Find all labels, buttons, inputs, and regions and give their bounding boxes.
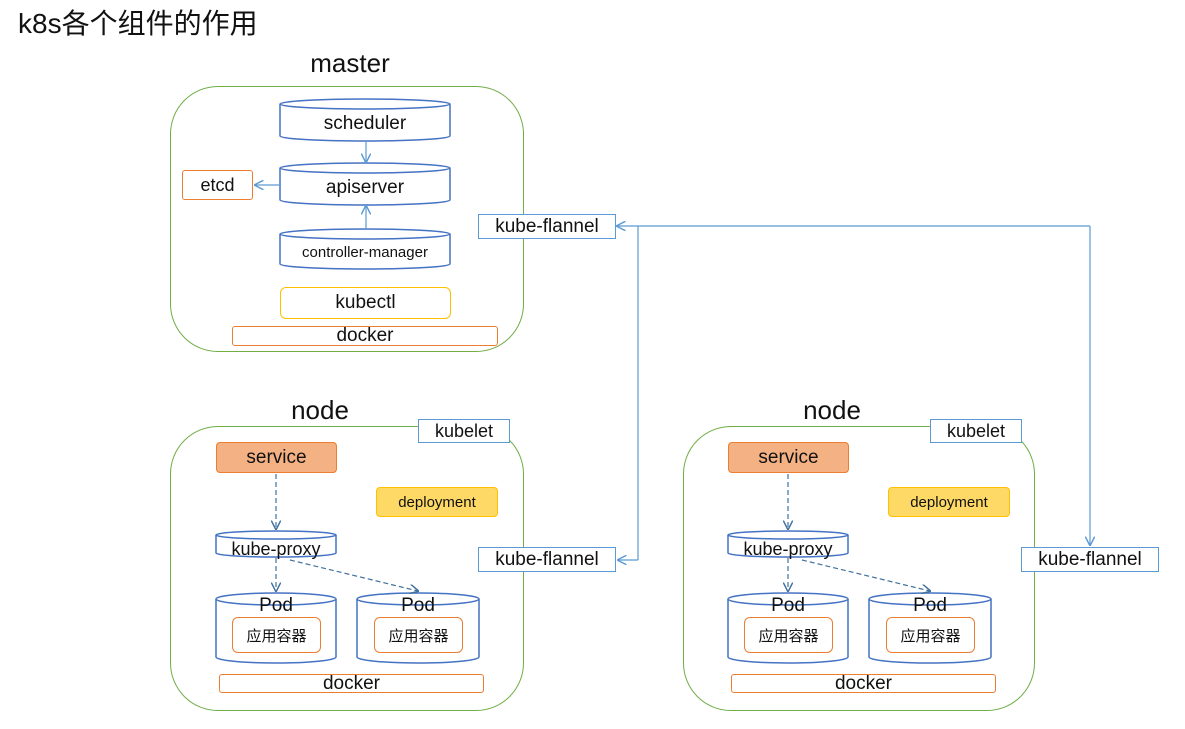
master-docker-bar: docker (232, 325, 498, 346)
node1-kube-proxy-label: kube-proxy (231, 539, 321, 559)
node1-service-box: service (216, 442, 337, 473)
node2-pod2-label: Pod (913, 595, 947, 616)
scheduler-label: scheduler (323, 113, 407, 134)
kubectl-box: kubectl (280, 287, 451, 319)
node2-pod1-label: Pod (771, 595, 805, 616)
node2-service-box: service (728, 442, 849, 473)
node1-label: node (291, 395, 349, 425)
etcd-box: etcd (182, 170, 253, 200)
node1-kubelet-box: kubelet (418, 419, 510, 443)
node2-docker-bar: docker (731, 673, 996, 694)
node2-pod1-container: 应用容器 (744, 617, 833, 653)
node2-kube-proxy-label: kube-proxy (743, 539, 833, 559)
node1-deployment-box: deployment (376, 487, 498, 517)
node2-flannel-box: kube-flannel (1021, 547, 1159, 572)
node2-label: node (803, 395, 861, 425)
node1-pod1-container: 应用容器 (232, 617, 321, 653)
apiserver-label: apiserver (325, 177, 405, 198)
node1-pod1-label: Pod (259, 595, 293, 616)
master-label: master (310, 48, 390, 78)
node1-pod2-container: 应用容器 (374, 617, 463, 653)
node1-pod2-label: Pod (401, 595, 435, 616)
node2-kubelet-box: kubelet (930, 419, 1022, 443)
master-flannel-box: kube-flannel (478, 214, 616, 239)
node1-docker-bar: docker (219, 673, 484, 694)
node2-deployment-box: deployment (888, 487, 1010, 517)
node2-pod2-container: 应用容器 (886, 617, 975, 653)
page-title: k8s各个组件的作用 (18, 8, 258, 39)
controller-manager-label: controller-manager (302, 244, 428, 261)
node1-flannel-box: kube-flannel (478, 547, 616, 572)
